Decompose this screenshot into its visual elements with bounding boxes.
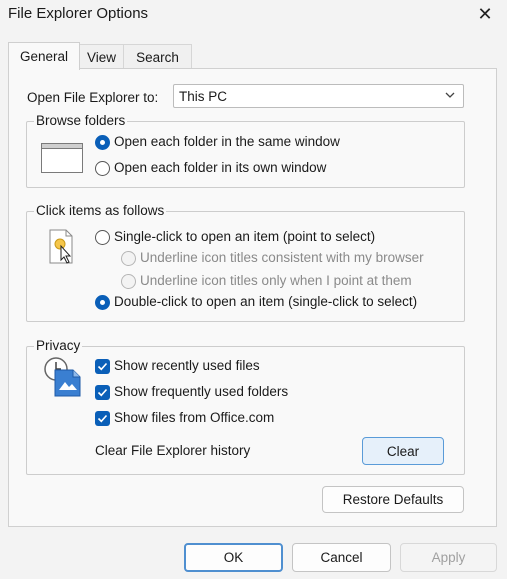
close-icon[interactable]: ✕: [463, 0, 507, 28]
single-click-radio[interactable]: [95, 230, 110, 245]
privacy-legend: Privacy: [34, 338, 83, 353]
own-window-label: Open each folder in its own window: [114, 160, 327, 175]
tab-view[interactable]: View: [78, 44, 125, 69]
pointer-click-icon: [49, 229, 73, 264]
underline-browser-radio[interactable]: [121, 251, 136, 266]
double-click-radio[interactable]: [95, 295, 110, 310]
open-explorer-dropdown[interactable]: This PC: [173, 84, 464, 108]
open-explorer-value: This PC: [179, 89, 228, 104]
checkmark-icon: [97, 388, 108, 397]
restore-defaults-button[interactable]: Restore Defaults: [322, 486, 464, 513]
frequent-folders-checkbox[interactable]: [95, 385, 110, 400]
history-icon: [44, 357, 81, 397]
frequent-folders-label: Show frequently used folders: [114, 384, 289, 399]
browse-folders-group: [26, 121, 465, 188]
click-items-legend: Click items as follows: [34, 203, 167, 218]
office-files-checkbox[interactable]: [95, 411, 110, 426]
same-window-radio[interactable]: [95, 135, 110, 150]
own-window-radio[interactable]: [95, 161, 110, 176]
tab-view-label: View: [86, 49, 117, 65]
clear-button[interactable]: Clear: [362, 437, 444, 465]
clear-button-label: Clear: [386, 443, 420, 459]
tab-general-label: General: [19, 49, 69, 64]
clear-history-label: Clear File Explorer history: [95, 443, 251, 458]
recent-files-checkbox[interactable]: [95, 359, 110, 374]
underline-point-radio[interactable]: [121, 274, 136, 289]
tab-search-label: Search: [136, 49, 179, 65]
window-icon: [41, 143, 83, 173]
double-click-label: Double-click to open an item (single-cli…: [114, 294, 418, 309]
cancel-button[interactable]: Cancel: [292, 543, 391, 572]
office-files-label: Show files from Office.com: [114, 410, 275, 425]
window-title: File Explorer Options: [8, 5, 149, 22]
apply-button-label: Apply: [431, 550, 466, 565]
apply-button[interactable]: Apply: [400, 543, 497, 572]
ok-button-label: OK: [223, 550, 244, 565]
title-bar: File Explorer Options ✕: [0, 0, 507, 28]
open-explorer-label: Open File Explorer to:: [27, 90, 159, 105]
recent-files-label: Show recently used files: [114, 358, 260, 373]
checkmark-icon: [97, 414, 108, 423]
ok-button[interactable]: OK: [184, 543, 283, 572]
single-click-label: Single-click to open an item (point to s…: [114, 229, 376, 244]
browse-folders-legend: Browse folders: [34, 113, 128, 128]
cancel-button-label: Cancel: [320, 550, 363, 565]
underline-browser-label: Underline icon titles consistent with my…: [140, 250, 424, 265]
chevron-down-icon: [445, 92, 455, 98]
same-window-label: Open each folder in the same window: [114, 134, 340, 149]
restore-defaults-label: Restore Defaults: [342, 492, 444, 507]
underline-point-label: Underline icon titles only when I point …: [140, 273, 412, 288]
tab-search[interactable]: Search: [123, 44, 192, 69]
tab-general[interactable]: General: [8, 42, 80, 70]
checkmark-icon: [97, 362, 108, 371]
